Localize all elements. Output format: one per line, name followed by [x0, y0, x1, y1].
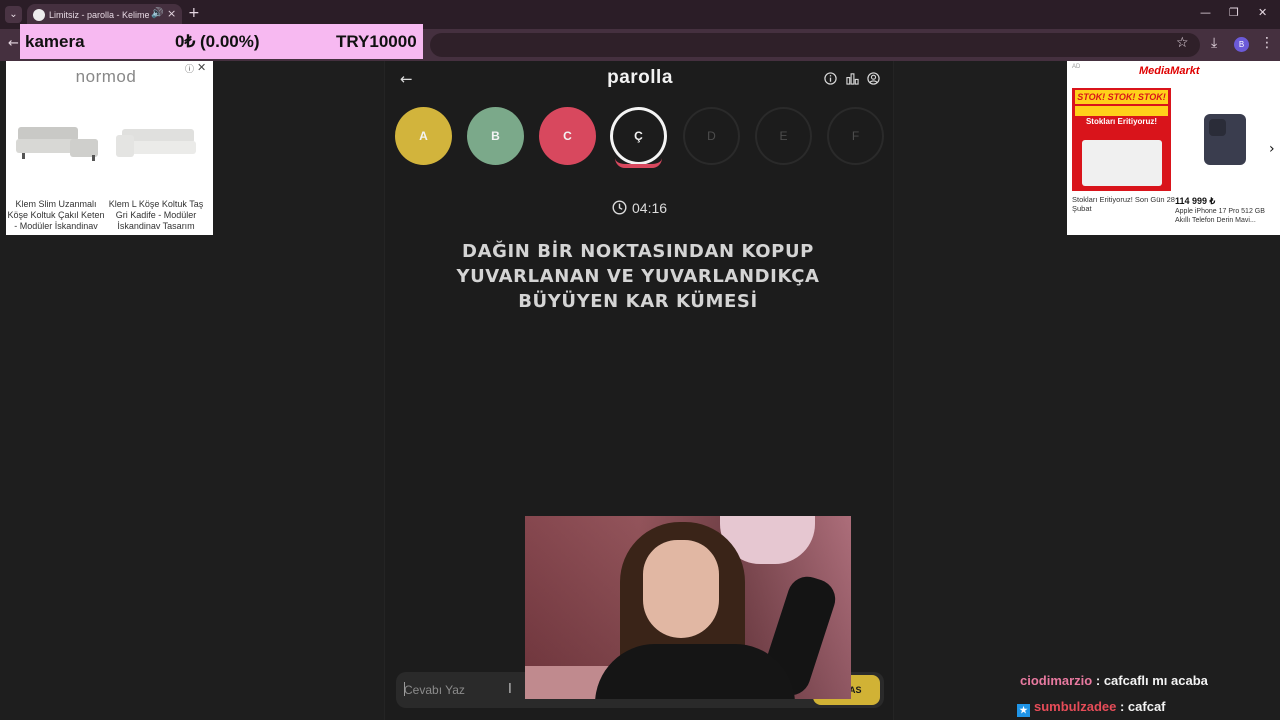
sofa-image-2[interactable]: [112, 121, 198, 163]
back-arrow-icon[interactable]: ←: [400, 70, 413, 88]
chat-text: : cafcaf: [1119, 699, 1166, 714]
info-icon[interactable]: [824, 72, 837, 85]
close-window-icon[interactable]: ✕: [1258, 6, 1267, 19]
ad-close-icon[interactable]: ✕: [197, 61, 206, 74]
sofa-image-1[interactable]: [14, 121, 100, 163]
clock-icon: [612, 200, 627, 215]
tab-audio-icon[interactable]: 🔊: [151, 8, 163, 19]
letter-circle-c: C: [539, 107, 596, 165]
text-caret: [404, 682, 405, 696]
stream-goal-ticker: kamera 0₺ (0.00%) TRY10000: [20, 24, 423, 59]
text-cursor-icon: I: [508, 682, 512, 697]
address-bar[interactable]: [430, 33, 1200, 57]
webcam-person-shirt: [595, 644, 795, 699]
right-advertisement[interactable]: AD MediaMarkt STOK! STOK! STOK! Stokları…: [1067, 61, 1280, 235]
question-text: DAĞIN BİR NOKTASINDAN KOPUP YUVARLANAN V…: [456, 241, 820, 312]
ad-info-icon[interactable]: ⓘ: [185, 62, 194, 75]
promo-band: [1075, 106, 1168, 116]
phone-image[interactable]: [1204, 114, 1246, 165]
ad-brand-logo: MediaMarkt: [1139, 65, 1200, 77]
letter-circle-f: F: [827, 107, 884, 165]
ad-brand-logo: normod: [75, 67, 137, 86]
promo-appliances-image: [1082, 140, 1162, 186]
stats-icon[interactable]: [846, 72, 859, 85]
promo-banner[interactable]: STOK! STOK! STOK! Stokları Eritiyoruz!: [1072, 88, 1171, 191]
letter-circle-b: B: [467, 107, 524, 165]
letter-circle-c-cedilla: Ç: [610, 107, 667, 168]
letter-circle-d: D: [683, 107, 740, 165]
browser-back-icon[interactable]: ←: [8, 36, 19, 51]
restore-window-icon[interactable]: ❐: [1229, 6, 1239, 19]
chat-username: sumbulzadee: [1034, 699, 1117, 714]
chat-username: ciodimarzio: [1020, 673, 1093, 688]
chat-text: : cafcaflı mı acaba: [1095, 673, 1208, 688]
chat-message: ★ sumbulzadee : cafcaf: [1017, 699, 1166, 717]
chat-badge-icon: ★: [1017, 704, 1030, 717]
answer-input[interactable]: [404, 679, 524, 701]
tab-title: Limitsiz - parolla - Kelime o: [49, 10, 149, 20]
webcam-overlay: [525, 516, 851, 699]
tab-close-icon[interactable]: ×: [167, 7, 176, 20]
letter-circle-e: E: [755, 107, 812, 165]
minimize-window-icon[interactable]: —: [1200, 6, 1211, 19]
ad-product-name-1[interactable]: Klem Slim Uzanmalı Köşe Koltuk Çakıl Ket…: [6, 199, 106, 232]
chat-message: ciodimarzio : cafcaflı mı acaba: [1020, 673, 1208, 688]
webcam-person-face: [643, 540, 719, 638]
promo-caption[interactable]: Stokları Eritiyoruz! Son Gün 28 Şubat: [1072, 195, 1176, 213]
product-caption[interactable]: Apple iPhone 17 Pro 512 GB Akıllı Telefo…: [1175, 207, 1275, 225]
ticker-value: 0₺ (0.00%): [175, 32, 260, 51]
profile-avatar[interactable]: B: [1234, 37, 1249, 52]
ticker-label: kamera: [25, 32, 85, 51]
screen: ⌄ Limitsiz - parolla - Kelime o 🔊 × + — …: [0, 0, 1280, 720]
parolla-favicon-icon: [33, 9, 45, 21]
promo-title: Stokları Eritiyoruz!: [1085, 117, 1158, 126]
download-icon[interactable]: ⤓: [1211, 35, 1217, 51]
new-tab-plus-icon[interactable]: +: [188, 5, 200, 21]
promo-heading: STOK! STOK! STOK!: [1075, 90, 1168, 104]
phone-camera: [1209, 119, 1226, 136]
timer-value: 04:16: [632, 200, 668, 216]
ad-product-name-2[interactable]: Klem L Köşe Koltuk Taş Gri Kadife - Modü…: [106, 199, 206, 232]
countdown-timer: 04:16: [610, 199, 680, 217]
letter-circle-a: A: [395, 107, 452, 165]
carousel-next-icon[interactable]: ›: [1269, 141, 1275, 157]
ticker-goal: TRY10000: [336, 32, 417, 51]
tab-search-chevron-down-icon[interactable]: ⌄: [5, 6, 22, 23]
bookmark-star-icon[interactable]: ☆: [1176, 35, 1189, 51]
left-advertisement[interactable]: normod ⓘ ✕ Klem Slim Uzanmalı Köşe Koltu…: [6, 61, 213, 235]
ad-label: AD: [1072, 64, 1081, 70]
app-logo: parolla: [607, 67, 673, 88]
product-price[interactable]: 114 999 ₺: [1175, 196, 1215, 207]
user-profile-icon[interactable]: [867, 72, 880, 85]
browser-menu-icon[interactable]: ⋮: [1260, 35, 1274, 51]
